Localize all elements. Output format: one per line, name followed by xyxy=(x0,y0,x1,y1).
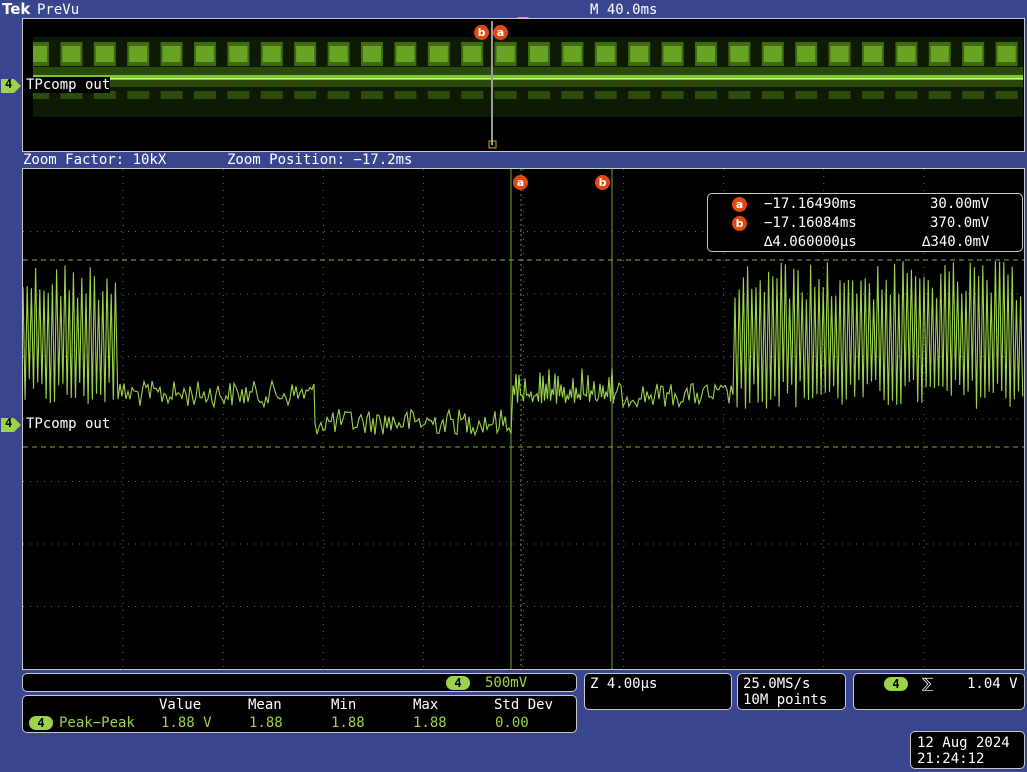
cursor-b-marker[interactable]: b xyxy=(595,175,610,190)
readout-cursor-b-icon: b xyxy=(732,216,747,231)
overview-cursor-a-marker[interactable]: a xyxy=(493,25,508,40)
cursor-a-marker[interactable]: a xyxy=(513,175,528,190)
channel-scale-readout[interactable]: 4 500mV xyxy=(22,673,577,692)
time-text: 21:24:12 xyxy=(917,751,985,767)
overview-channel-number: 4 xyxy=(5,77,13,91)
zoom-position: Zoom Position: −17.2ms xyxy=(227,152,413,168)
acquisition-mode: PreVu xyxy=(37,2,80,18)
trigger-slope-icon: ⅀ xyxy=(922,676,934,692)
cursor-delta-time: ∆4.060000µs xyxy=(764,234,857,250)
readout-cursor-a-icon: a xyxy=(732,197,747,212)
overview-channel-label: TPcomp out xyxy=(26,77,111,93)
main-channel-number: 4 xyxy=(5,416,13,430)
main-channel-label: TPcomp out xyxy=(26,416,111,432)
main-waveform-panel[interactable]: a b TPcomp out a −17.16490ms 30.00mV b −… xyxy=(22,168,1025,670)
measurement-panel[interactable]: Value Mean Min Max Std Dev 4 Peak−Peak 1… xyxy=(22,695,577,733)
trigger-readout[interactable]: 4 ⅀ 1.04 V xyxy=(853,673,1025,710)
meas-stddev: 0.00 xyxy=(495,715,529,731)
meas-header-stddev: Std Dev xyxy=(494,697,554,713)
channel-scale-badge: 4 xyxy=(446,676,470,690)
zoom-scale-value: Z 4.00µs xyxy=(590,676,658,692)
date-text: 12 Aug 2024 xyxy=(917,735,1010,751)
cursor-b-volt: 370.0mV xyxy=(930,215,990,231)
cursor-delta-volt: ∆340.0mV xyxy=(922,234,990,250)
zoom-factor: Zoom Factor: 10kX xyxy=(23,152,167,168)
meas-header-min: Min xyxy=(331,697,357,713)
record-length: 10M points xyxy=(743,692,828,708)
timebase-readout: M 40.0ms xyxy=(590,2,658,18)
cursor-a-volt: 30.00mV xyxy=(930,196,990,212)
meas-max: 1.88 xyxy=(413,715,447,731)
meas-min: 1.88 xyxy=(331,715,365,731)
overview-cursor-b-marker[interactable]: b xyxy=(474,25,489,40)
meas-header-value: Value xyxy=(159,697,202,713)
overview-waveform xyxy=(33,19,1023,151)
trigger-channel-badge: 4 xyxy=(884,677,908,691)
meas-header-mean: Mean xyxy=(248,697,282,713)
waveform-trace xyxy=(23,261,1024,437)
meas-value: 1.88 V xyxy=(161,715,212,731)
overview-channel-marker[interactable]: 4 xyxy=(1,77,21,93)
overview-waveform-panel[interactable]: b a TPcomp out xyxy=(22,18,1025,152)
cursor-readout-box[interactable]: a −17.16490ms 30.00mV b −17.16084ms 370.… xyxy=(707,193,1023,252)
horizontal-zoom-readout[interactable]: Z 4.00µs xyxy=(584,673,732,710)
meas-channel-badge: 4 xyxy=(29,716,53,730)
cursor-a-time: −17.16490ms xyxy=(764,196,857,212)
brand-logo: Tek xyxy=(2,0,31,18)
channel-volts-div: 500mV xyxy=(485,675,528,691)
main-channel-marker[interactable]: 4 xyxy=(1,416,21,432)
cursor-b-time: −17.16084ms xyxy=(764,215,857,231)
meas-mean: 1.88 xyxy=(249,715,283,731)
meas-name: Peak−Peak xyxy=(59,715,135,731)
datetime-readout: 12 Aug 2024 21:24:12 xyxy=(910,731,1025,769)
sample-rate: 25.0MS/s xyxy=(743,676,811,692)
trigger-level: 1.04 V xyxy=(967,676,1018,692)
meas-header-max: Max xyxy=(413,697,439,713)
acquisition-readout[interactable]: 25.0MS/s 10M points xyxy=(737,673,846,710)
